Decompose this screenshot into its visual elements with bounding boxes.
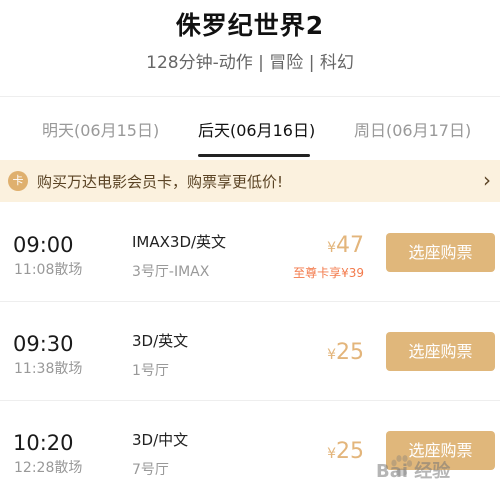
hall-name: 3号厅-IMAX bbox=[132, 264, 210, 280]
chevron-right-icon: › bbox=[483, 168, 491, 192]
membership-promo-banner[interactable]: 卡 购买万达电影会员卡，购票享更低价! › bbox=[0, 160, 500, 202]
end-time: 12:28散场 bbox=[14, 460, 83, 476]
tab-date-0617[interactable]: 周日(06月17日) bbox=[354, 117, 471, 141]
showtime-row: 09:00 11:08散场 IMAX3D/英文 3号厅-IMAX ¥47 至尊卡… bbox=[0, 203, 500, 301]
member-price: 至尊卡享¥39 bbox=[293, 266, 364, 280]
movie-title: 侏罗纪世界2 bbox=[175, 11, 325, 40]
select-seat-button[interactable]: 选座购票 bbox=[386, 233, 495, 272]
date-tabs: 明天(06月15日) 后天(06月16日) 周日(06月17日) bbox=[0, 97, 500, 159]
price-value: 25 bbox=[336, 340, 364, 365]
format-language: 3D/英文 bbox=[132, 332, 189, 350]
tab-date-0616[interactable]: 后天(06月16日) bbox=[198, 117, 315, 141]
select-seat-button[interactable]: 选座购票 bbox=[386, 332, 495, 371]
tab-date-0615[interactable]: 明天(06月15日) bbox=[42, 117, 159, 141]
start-time: 09:30 bbox=[13, 332, 74, 356]
ticket-price: ¥47 bbox=[327, 233, 364, 258]
start-time: 09:00 bbox=[13, 233, 74, 257]
showtime-row: 09:30 11:38散场 3D/英文 1号厅 ¥25 选座购票 bbox=[0, 302, 500, 400]
card-badge-icon: 卡 bbox=[8, 171, 28, 191]
start-time: 10:20 bbox=[13, 431, 74, 455]
format-language: IMAX3D/英文 bbox=[132, 233, 227, 251]
price-value: 47 bbox=[336, 233, 364, 258]
currency-symbol: ¥ bbox=[327, 347, 336, 363]
format-language: 3D/中文 bbox=[132, 431, 189, 449]
movie-header: 侏罗纪世界2 128分钟-动作 | 冒险 | 科幻 bbox=[0, 0, 500, 96]
baidu-watermark: Bai 经验 bbox=[368, 448, 493, 492]
hall-name: 1号厅 bbox=[132, 363, 169, 379]
ticket-price: ¥25 bbox=[327, 439, 364, 464]
price-value: 25 bbox=[336, 439, 364, 464]
end-time: 11:08散场 bbox=[14, 262, 83, 278]
ticket-price: ¥25 bbox=[327, 340, 364, 365]
promo-text: 购买万达电影会员卡，购票享更低价! bbox=[37, 173, 284, 191]
currency-symbol: ¥ bbox=[327, 446, 336, 462]
watermark-text: Bai 经验 bbox=[376, 461, 451, 482]
end-time: 11:38散场 bbox=[14, 361, 83, 377]
currency-symbol: ¥ bbox=[327, 240, 336, 256]
movie-subtitle: 128分钟-动作 | 冒险 | 科幻 bbox=[146, 53, 354, 73]
hall-name: 7号厅 bbox=[132, 462, 169, 478]
active-tab-indicator bbox=[198, 154, 310, 157]
